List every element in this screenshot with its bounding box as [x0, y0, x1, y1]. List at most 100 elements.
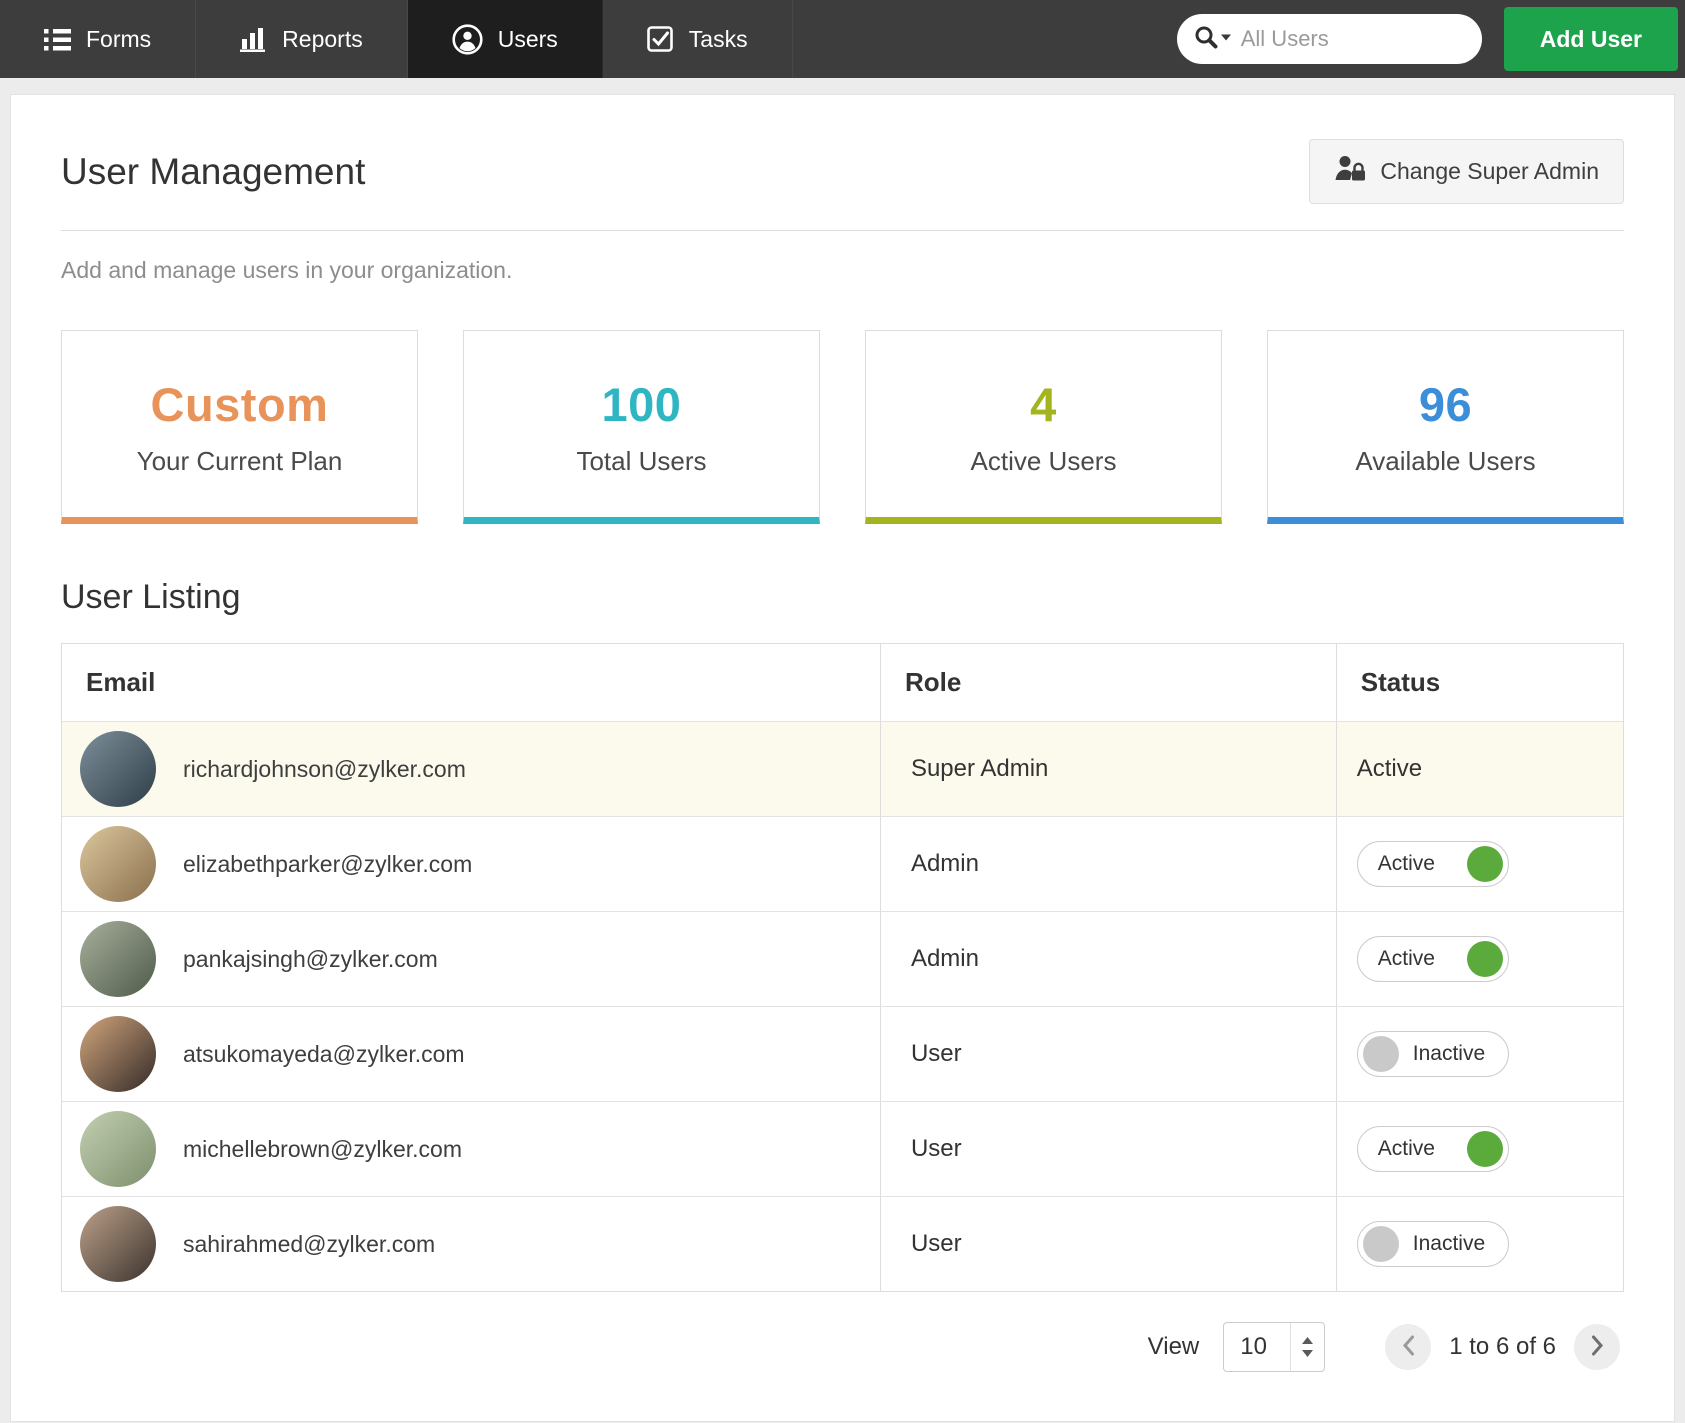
- user-role: Admin: [880, 912, 1336, 1006]
- search-input[interactable]: [1241, 26, 1466, 52]
- avatar: [80, 1111, 156, 1187]
- email-cell: richardjohnson@zylker.com: [62, 722, 880, 816]
- bar-chart-icon: [240, 27, 267, 52]
- user-email: atsukomayeda@zylker.com: [183, 1041, 465, 1068]
- search-caret-icon[interactable]: [1193, 24, 1233, 55]
- user-role: User: [880, 1197, 1336, 1291]
- toggle-knob: [1363, 1036, 1399, 1072]
- stat-card: 4 Active Users: [865, 330, 1222, 524]
- status-toggle[interactable]: Inactive: [1357, 1221, 1509, 1267]
- user-search-box[interactable]: [1177, 14, 1482, 64]
- user-circle-icon: [452, 24, 483, 55]
- stat-card: Custom Your Current Plan: [61, 330, 418, 524]
- column-header-status: Status: [1336, 644, 1623, 721]
- table-row: atsukomayeda@zylker.com User Inactive: [62, 1006, 1623, 1101]
- stat-label: Your Current Plan: [72, 446, 407, 477]
- page-size-select[interactable]: 10: [1223, 1322, 1325, 1372]
- nav-tab-label: Reports: [282, 26, 363, 53]
- stat-value: Custom: [72, 377, 407, 432]
- toggle-label: Active: [1378, 1137, 1435, 1161]
- stat-label: Available Users: [1278, 446, 1613, 477]
- user-email: richardjohnson@zylker.com: [183, 756, 466, 783]
- nav-tab-label: Users: [498, 26, 558, 53]
- status-cell: Inactive: [1336, 1007, 1623, 1101]
- table-row: michellebrown@zylker.com User Active: [62, 1101, 1623, 1196]
- status-cell: Active: [1336, 817, 1623, 911]
- stats-row: Custom Your Current Plan 100 Total Users…: [61, 330, 1624, 524]
- nav-tab-forms[interactable]: Forms: [0, 0, 196, 78]
- page-range: 1 to 6 of 6: [1449, 1333, 1556, 1361]
- stat-label: Total Users: [474, 446, 809, 477]
- status-cell: Active: [1336, 912, 1623, 1006]
- nav-tab-tasks[interactable]: Tasks: [603, 0, 793, 78]
- main-content: User Management Change Super Admin Add a…: [10, 94, 1675, 1422]
- stepper-icon[interactable]: [1290, 1323, 1324, 1371]
- user-email: sahirahmed@zylker.com: [183, 1231, 435, 1258]
- next-page-button[interactable]: [1574, 1324, 1620, 1370]
- user-table-body: richardjohnson@zylker.com Super Admin Ac…: [62, 721, 1623, 1291]
- avatar: [80, 731, 156, 807]
- page-subtitle: Add and manage users in your organizatio…: [61, 257, 1624, 284]
- avatar: [80, 1206, 156, 1282]
- avatar: [80, 921, 156, 997]
- task-check-icon: [647, 26, 674, 53]
- email-cell: pankajsingh@zylker.com: [62, 912, 880, 1006]
- avatar: [80, 826, 156, 902]
- toggle-knob: [1467, 846, 1503, 882]
- top-navbar: Forms Reports Users: [0, 0, 1685, 78]
- avatar: [80, 1016, 156, 1092]
- user-lock-icon: [1334, 154, 1366, 189]
- toggle-label: Inactive: [1413, 1042, 1485, 1066]
- column-header-role: Role: [880, 644, 1336, 721]
- status-cell: Active: [1336, 1102, 1623, 1196]
- user-email: elizabethparker@zylker.com: [183, 851, 472, 878]
- stat-card: 96 Available Users: [1267, 330, 1624, 524]
- change-super-admin-button[interactable]: Change Super Admin: [1309, 139, 1624, 204]
- toggle-knob: [1363, 1226, 1399, 1262]
- toggle-label: Active: [1378, 947, 1435, 971]
- table-row: pankajsingh@zylker.com Admin Active: [62, 911, 1623, 1006]
- page-size-value: 10: [1224, 1333, 1267, 1361]
- nav-tab-users[interactable]: Users: [408, 0, 603, 78]
- forms-list-icon: [44, 28, 71, 51]
- email-cell: michellebrown@zylker.com: [62, 1102, 880, 1196]
- view-label: View: [1148, 1333, 1200, 1361]
- nav-tab-label: Tasks: [689, 26, 748, 53]
- user-role: User: [880, 1102, 1336, 1196]
- status-toggle[interactable]: Active: [1357, 936, 1509, 982]
- change-super-admin-label: Change Super Admin: [1380, 158, 1599, 185]
- table-header-row: Email Role Status: [62, 644, 1623, 721]
- status-toggle[interactable]: Active: [1357, 841, 1509, 887]
- user-table: Email Role Status richardjohnson@zylker.…: [61, 643, 1624, 1292]
- status-toggle[interactable]: Active: [1357, 1126, 1509, 1172]
- prev-page-button[interactable]: [1385, 1324, 1431, 1370]
- table-row: richardjohnson@zylker.com Super Admin Ac…: [62, 721, 1623, 816]
- user-role: User: [880, 1007, 1336, 1101]
- user-email: pankajsingh@zylker.com: [183, 946, 438, 973]
- user-listing-title: User Listing: [61, 578, 1624, 617]
- status-text: Active: [1357, 755, 1422, 783]
- column-header-email: Email: [62, 644, 880, 721]
- chevron-right-icon: [1591, 1335, 1604, 1359]
- header-divider: [61, 230, 1624, 231]
- table-row: elizabethparker@zylker.com Admin Active: [62, 816, 1623, 911]
- status-toggle[interactable]: Inactive: [1357, 1031, 1509, 1077]
- chevron-left-icon: [1402, 1335, 1415, 1359]
- nav-tab-reports[interactable]: Reports: [196, 0, 408, 78]
- navbar-right: Add User: [1177, 0, 1685, 78]
- nav-tab-label: Forms: [86, 26, 151, 53]
- stat-value: 96: [1278, 377, 1613, 432]
- stat-card: 100 Total Users: [463, 330, 820, 524]
- status-cell: Active: [1336, 722, 1623, 816]
- stat-label: Active Users: [876, 446, 1211, 477]
- user-role: Admin: [880, 817, 1336, 911]
- pagination: 1 to 6 of 6: [1385, 1324, 1620, 1370]
- toggle-label: Inactive: [1413, 1232, 1485, 1256]
- email-cell: sahirahmed@zylker.com: [62, 1197, 880, 1291]
- email-cell: elizabethparker@zylker.com: [62, 817, 880, 911]
- stat-value: 100: [474, 377, 809, 432]
- add-user-button[interactable]: Add User: [1504, 7, 1678, 71]
- toggle-knob: [1467, 1131, 1503, 1167]
- page-title: User Management: [61, 151, 365, 193]
- user-role: Super Admin: [880, 722, 1336, 816]
